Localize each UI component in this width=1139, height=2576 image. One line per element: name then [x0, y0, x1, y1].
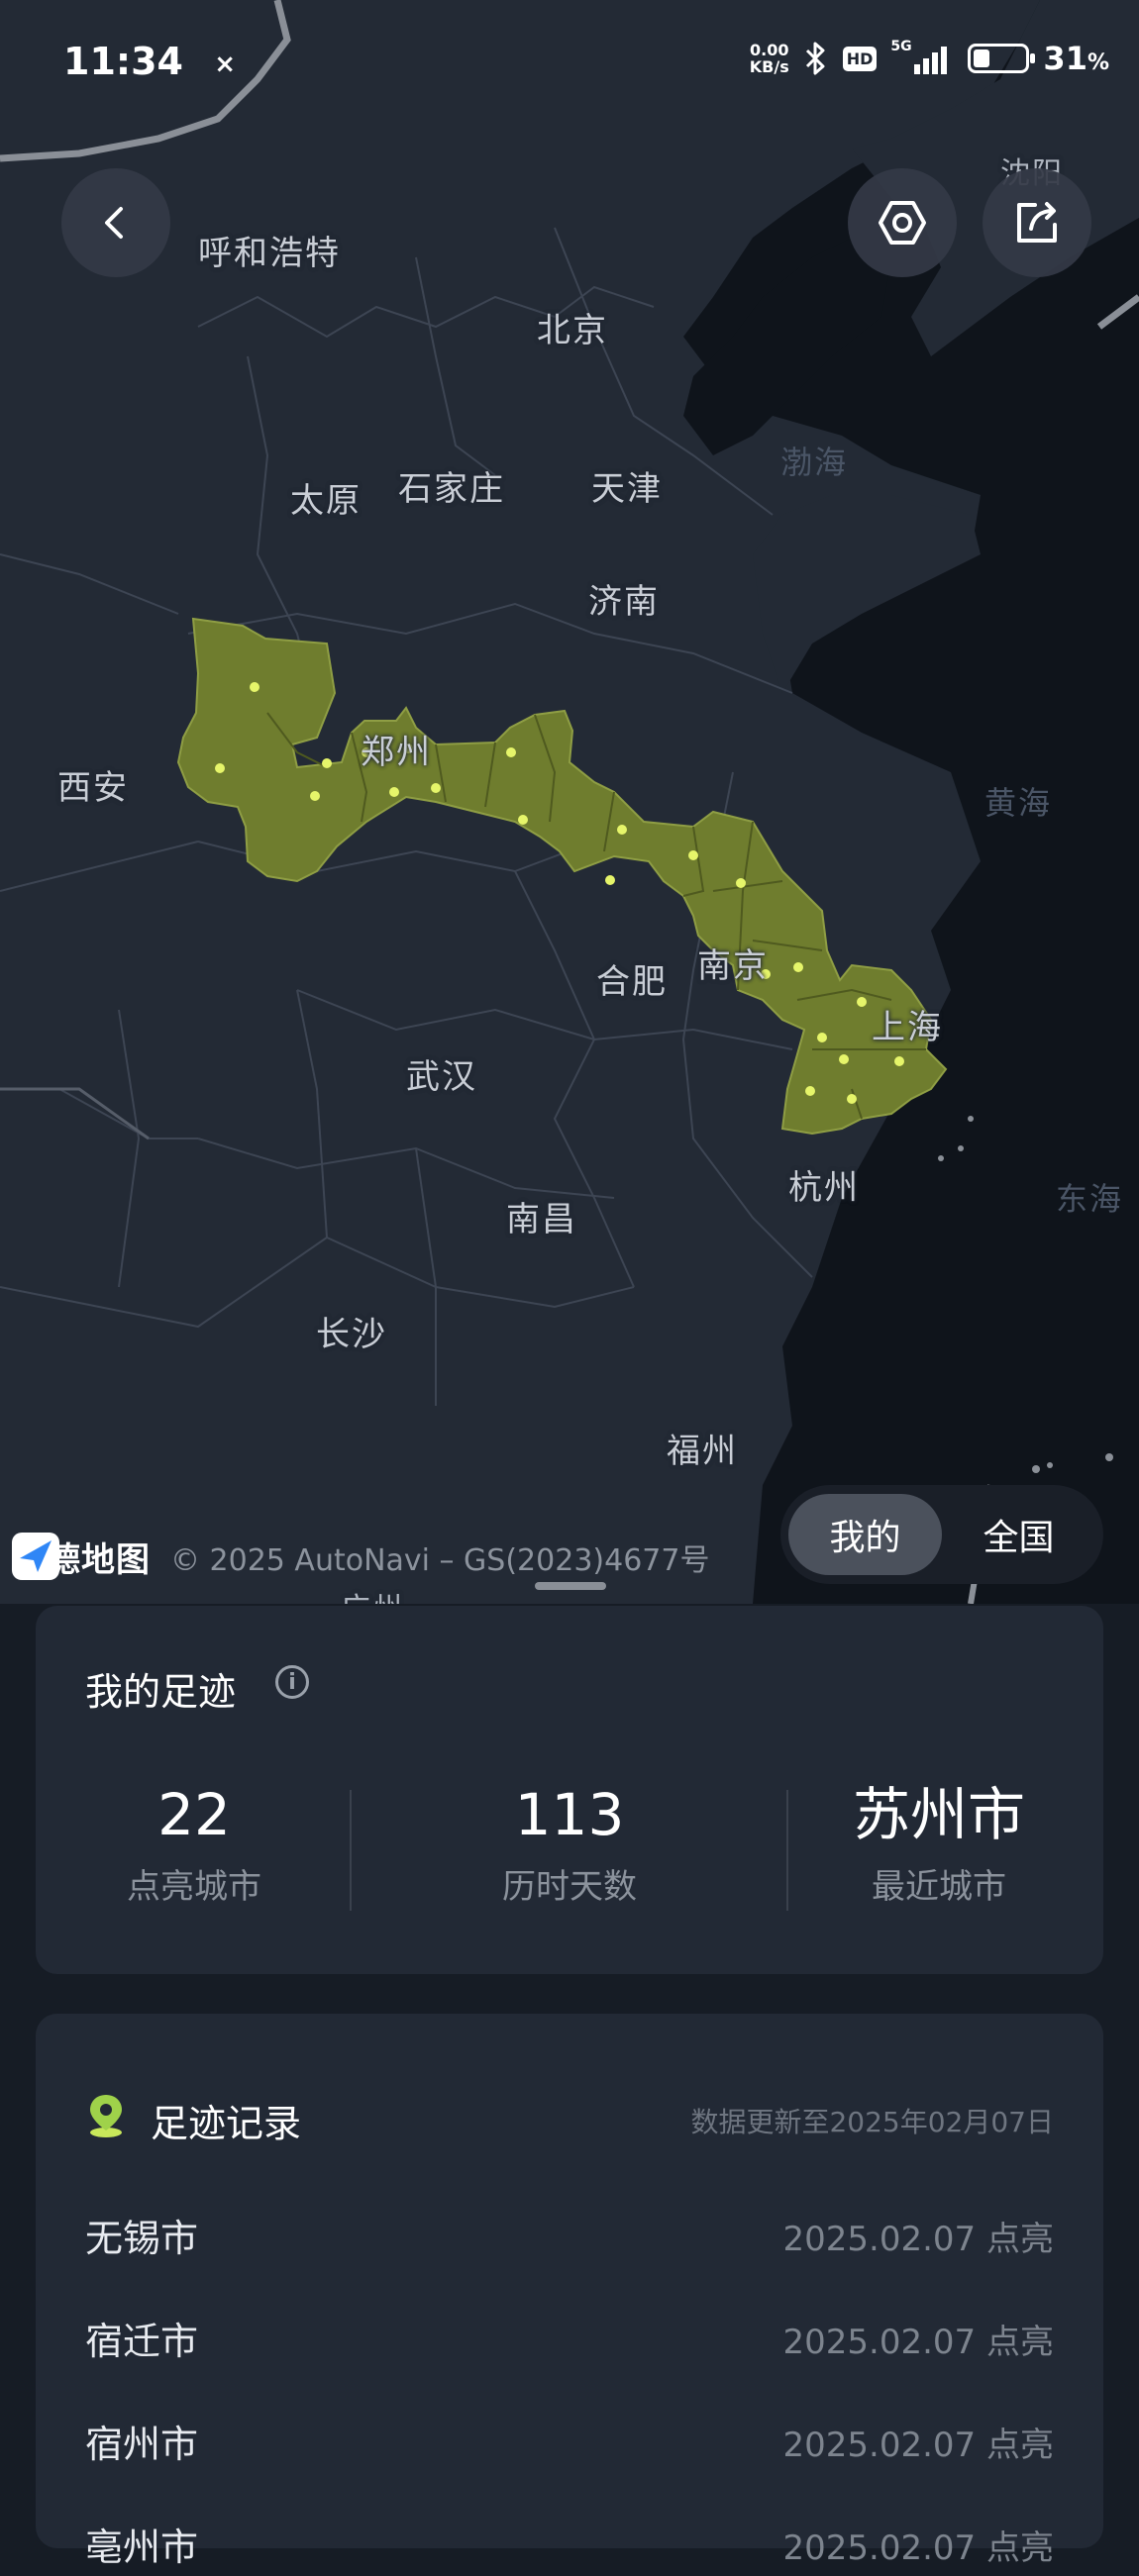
stat-label: 历时天数	[502, 1867, 637, 1907]
city-label-fuzhou: 福州	[667, 1432, 738, 1471]
sea-label-donghai: 东海	[1056, 1180, 1124, 1218]
status-bar: 11:34 ⨯ 0.00 KB/s HD 5G 31%	[0, 0, 1139, 129]
city-label-changsha: 长沙	[316, 1315, 387, 1354]
city-label-shijiazhuang: 石家庄	[398, 469, 505, 509]
amap-logo-icon	[12, 1533, 59, 1580]
net-speed-unit: KB/s	[749, 57, 789, 76]
record-row[interactable]: 宿州市 2025.02.07 点亮	[85, 2414, 1054, 2473]
alarm-off-icon: ⨯	[214, 49, 236, 79]
net-speed-value: 0.00	[750, 41, 789, 59]
stat-value: 苏州市	[852, 1781, 1025, 1848]
battery-percent-value: 31	[1043, 40, 1087, 77]
city-label-taiyuan: 太原	[290, 481, 362, 521]
location-pin-icon	[90, 2095, 122, 2137]
map-settings-button[interactable]	[848, 168, 957, 277]
records-header: 足迹记录 数据更新至2025年02月07日	[85, 2087, 1054, 2145]
record-row[interactable]: 宿迁市 2025.02.07 点亮	[85, 2311, 1054, 2370]
cellular-signal-icon: 5G	[890, 39, 954, 76]
city-label-huhehaote: 呼和浩特	[198, 234, 341, 273]
records-title: 足迹记录	[151, 2102, 302, 2145]
city-label-hangzhou: 杭州	[788, 1168, 860, 1208]
battery-percent: 31%	[1043, 40, 1109, 77]
toggle-nationwide[interactable]: 全国	[942, 1494, 1095, 1575]
record-date: 2025.02.07 点亮	[782, 2528, 1054, 2568]
records-update-note: 数据更新至2025年02月07日	[690, 2106, 1054, 2138]
sea-label-huanghai: 黄海	[984, 784, 1053, 822]
record-city: 宿迁市	[85, 2320, 199, 2363]
battery-icon	[968, 44, 1036, 73]
city-label-jinan: 济南	[588, 582, 660, 622]
footprint-records-card: 足迹记录 数据更新至2025年02月07日 无锡市 2025.02.07 点亮 …	[36, 2014, 1103, 2569]
status-time-text: 11:34	[63, 40, 183, 83]
city-label-shanghai: 上海	[872, 1008, 943, 1047]
record-city: 亳州市	[85, 2526, 199, 2569]
record-city: 宿州市	[85, 2423, 199, 2466]
stat-label: 点亮城市	[127, 1867, 261, 1907]
footprint-map[interactable]: 呼和浩特 北京 太原 石家庄 天津 济南 西安 郑州 合肥 南京 上海 武汉 杭…	[0, 0, 1139, 1604]
stat-lit-cities: 22 点亮城市	[36, 1782, 353, 1908]
share-button[interactable]	[983, 168, 1091, 277]
city-label-hefei: 合肥	[596, 962, 668, 1002]
record-city: 无锡市	[85, 2217, 199, 2260]
stat-days: 113 历时天数	[411, 1782, 728, 1908]
net-speed: 0.00 KB/s	[750, 42, 789, 75]
sheet-drag-handle[interactable]	[535, 1582, 606, 1590]
record-date: 2025.02.07 点亮	[782, 2323, 1054, 2362]
toggle-mine[interactable]: 我的	[788, 1494, 942, 1575]
city-label-guangzhou: 广州	[341, 1584, 404, 1604]
battery-level-fill	[974, 50, 990, 67]
record-row[interactable]: 无锡市 2025.02.07 点亮	[85, 2208, 1054, 2267]
status-indicators: 0.00 KB/s HD 5G 31%	[750, 39, 1109, 77]
city-label-nanjing: 南京	[697, 946, 769, 986]
stats-title: 我的足迹	[85, 1670, 237, 1714]
city-label-nanchang: 南昌	[506, 1200, 577, 1239]
city-label-tianjin: 天津	[591, 469, 663, 509]
city-label-beijing: 北京	[537, 311, 608, 350]
city-label-zhengzhou: 郑州	[361, 733, 432, 772]
record-date: 2025.02.07 点亮	[782, 2426, 1054, 2465]
share-icon	[1017, 202, 1057, 243]
stat-label: 最近城市	[872, 1867, 1006, 1907]
stat-recent-city: 苏州市 最近城市	[780, 1782, 1097, 1908]
city-label-wuhan: 武汉	[406, 1057, 477, 1097]
map-copyright: © 2025 AutoNavi – GS(2023)4677号	[170, 1542, 710, 1578]
record-row[interactable]: 亳州市 2025.02.07 点亮	[85, 2517, 1054, 2576]
settings-icon	[879, 201, 926, 245]
back-button[interactable]	[61, 168, 170, 277]
stat-value: 113	[514, 1781, 625, 1848]
map-attribution: 高德地图 © 2025 AutoNavi – GS(2023)4677号	[12, 1533, 709, 1581]
map-scope-toggle[interactable]: 我的 全国	[780, 1485, 1103, 1584]
battery-percent-suffix: %	[1087, 50, 1109, 75]
stat-divider	[350, 1790, 352, 1911]
back-icon	[105, 207, 123, 239]
record-date: 2025.02.07 点亮	[782, 2220, 1054, 2259]
info-icon[interactable]: i	[275, 1665, 309, 1699]
sea-label-bohai: 渤海	[780, 444, 849, 481]
hd-badge: HD	[842, 46, 878, 71]
map-canvas	[0, 0, 1139, 1604]
signal-label: 5G	[890, 39, 912, 54]
status-time: 11:34 ⨯	[63, 40, 236, 83]
stat-value: 22	[157, 1781, 231, 1848]
footprint-stats-card: 我的足迹 i 22 点亮城市 113 历时天数 苏州市 最近城市	[36, 1606, 1103, 1974]
bluetooth-icon	[805, 42, 825, 75]
city-label-xian: 西安	[57, 768, 129, 808]
